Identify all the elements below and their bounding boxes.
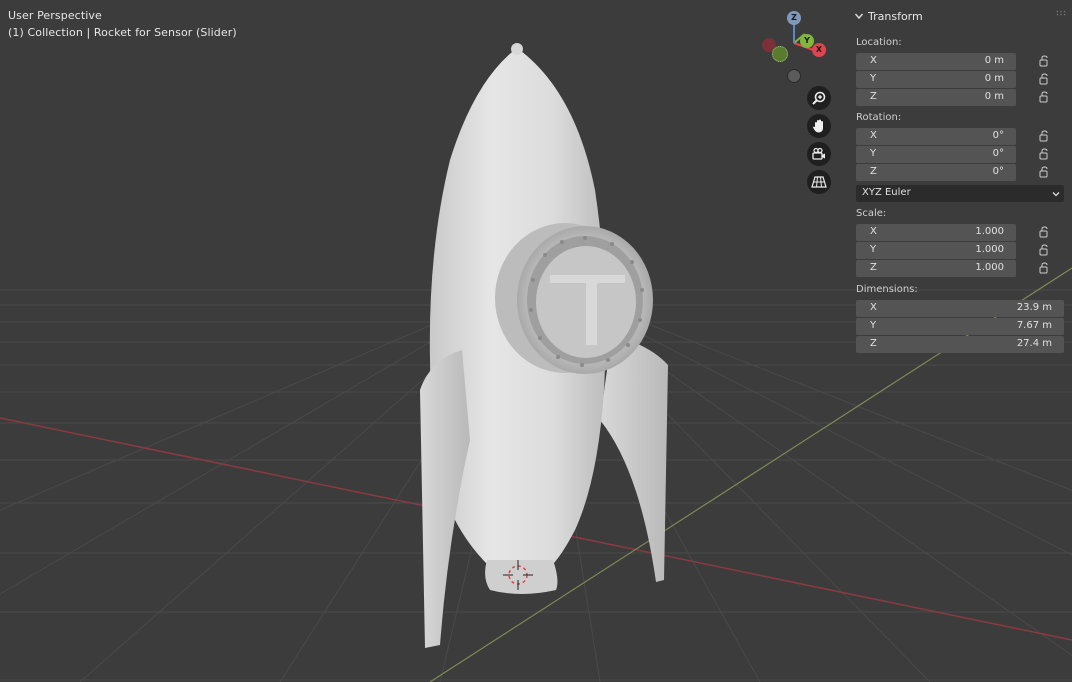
lock-icon[interactable] xyxy=(1038,73,1050,85)
field-value: 27.4 m xyxy=(1016,338,1052,349)
dimensions-x-field[interactable]: X 23.9 m xyxy=(856,300,1064,317)
dimensions-z-field[interactable]: Z 27.4 m xyxy=(856,336,1064,353)
rocket-mesh[interactable] xyxy=(420,43,668,648)
field-value: 1.000 xyxy=(975,244,1004,255)
location-x-field[interactable]: X 0 m xyxy=(856,53,1016,70)
scale-x-field[interactable]: X 1.000 xyxy=(856,224,1016,241)
hand-icon xyxy=(812,119,823,133)
lock-icon[interactable] xyxy=(1038,148,1050,160)
axis-label: Y xyxy=(870,73,877,84)
field-value: 23.9 m xyxy=(1016,302,1052,313)
gizmo-neg-y[interactable] xyxy=(772,46,788,62)
gizmo-y[interactable]: Y xyxy=(800,34,814,48)
dimensions-y-field[interactable]: Y 7.67 m xyxy=(856,318,1064,335)
rotation-mode-select[interactable]: XYZ Euler xyxy=(856,185,1064,202)
location-label: Location: xyxy=(856,37,902,48)
field-value: 1.000 xyxy=(975,226,1004,237)
field-value: 0 m xyxy=(984,55,1004,66)
field-value: 1.000 xyxy=(975,262,1004,273)
transform-panel-header[interactable]: Transform xyxy=(854,8,923,24)
field-value: 7.67 m xyxy=(1016,320,1052,331)
axis-label: Y xyxy=(870,320,877,331)
dimensions-label: Dimensions: xyxy=(856,284,918,295)
rotation-x-field[interactable]: X 0° xyxy=(856,128,1016,145)
axis-label: Z xyxy=(870,166,877,177)
rotation-mode-value: XYZ Euler xyxy=(862,187,911,198)
gizmo-x[interactable]: X xyxy=(812,43,826,57)
rotation-y-field[interactable]: Y 0° xyxy=(856,146,1016,163)
axis-label: X xyxy=(870,302,877,313)
axis-label: X xyxy=(870,130,877,141)
location-y-field[interactable]: Y 0 m xyxy=(856,71,1016,88)
axis-label: Y xyxy=(870,244,877,255)
rotation-z-field[interactable]: Z 0° xyxy=(856,164,1016,181)
transform-title: Transform xyxy=(868,9,923,23)
grid-icon xyxy=(811,176,827,188)
axis-label: Y xyxy=(870,148,877,159)
axis-label: Z xyxy=(870,91,877,102)
field-value: 0 m xyxy=(984,73,1004,84)
camera-icon xyxy=(812,147,825,160)
lock-icon[interactable] xyxy=(1038,226,1050,238)
drag-grip-icon[interactable] xyxy=(1056,10,1066,16)
lock-icon[interactable] xyxy=(1038,244,1050,256)
field-value: 0° xyxy=(992,130,1004,141)
rotation-label: Rotation: xyxy=(856,112,902,123)
zoom-icon xyxy=(812,91,826,105)
field-value: 0° xyxy=(992,148,1004,159)
gizmo-z[interactable]: Z xyxy=(787,11,801,25)
scale-label: Scale: xyxy=(856,208,887,219)
lock-icon[interactable] xyxy=(1038,166,1050,178)
lock-icon[interactable] xyxy=(1038,130,1050,142)
axis-label: X xyxy=(870,226,877,237)
axis-label: Z xyxy=(870,262,877,273)
lock-icon[interactable] xyxy=(1038,262,1050,274)
view-name: User Perspective xyxy=(8,9,102,22)
chevron-down-icon xyxy=(854,13,864,20)
lock-icon[interactable] xyxy=(1038,55,1050,67)
collection-info: (1) Collection | Rocket for Sensor (Slid… xyxy=(8,26,237,39)
transform-sidebar: Transform Location: X 0 m Y 0 m Z 0 m Rotat… xyxy=(848,0,1072,682)
gizmo-center[interactable] xyxy=(787,69,801,83)
field-value: 0° xyxy=(992,166,1004,177)
ortho-toggle-button[interactable] xyxy=(807,170,831,194)
field-value: 0 m xyxy=(984,91,1004,102)
chevron-down-icon xyxy=(1052,192,1060,197)
navigation-gizmo[interactable]: X Y Z xyxy=(760,8,830,78)
zoom-button[interactable] xyxy=(807,86,831,110)
scale-y-field[interactable]: Y 1.000 xyxy=(856,242,1016,259)
3d-viewport[interactable]: User Perspective (1) Collection | Rocket… xyxy=(0,0,1072,682)
lock-icon[interactable] xyxy=(1038,91,1050,103)
scale-z-field[interactable]: Z 1.000 xyxy=(856,260,1016,277)
camera-view-button[interactable] xyxy=(807,142,831,166)
axis-label: Z xyxy=(870,338,877,349)
location-z-field[interactable]: Z 0 m xyxy=(856,89,1016,106)
pan-button[interactable] xyxy=(807,114,831,138)
axis-label: X xyxy=(870,55,877,66)
